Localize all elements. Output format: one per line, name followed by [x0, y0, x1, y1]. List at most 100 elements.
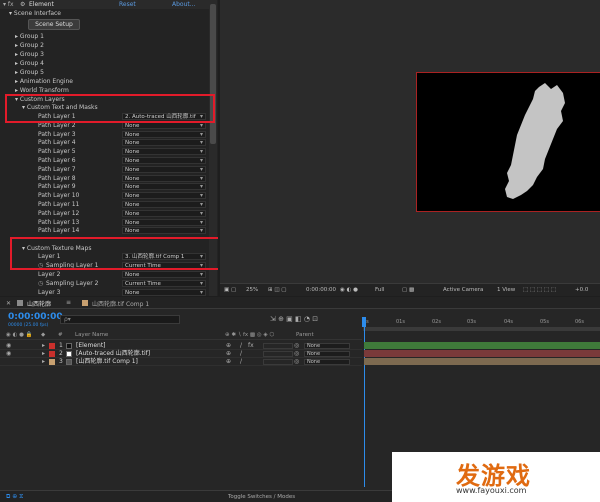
layer-row[interactable]: ◉ ▸ 1 [Element] ⊕ / fx ◎ None [0, 342, 362, 350]
zoom-dropdown[interactable]: 25% [246, 287, 258, 293]
toggle-switches-modes[interactable]: Toggle Switches / Modes [228, 494, 295, 500]
exposure-value[interactable]: +0.0 [575, 287, 588, 293]
scene-interface-group[interactable]: ▾ Scene Interface [0, 9, 210, 18]
group-1-row[interactable]: ▸ Group 1 [0, 32, 210, 41]
path-layer-dropdown[interactable]: None [122, 130, 206, 138]
close-tab-icon[interactable]: ✕ [6, 300, 11, 307]
group-4-row[interactable]: ▸ Group 4 [0, 59, 210, 68]
view-icons[interactable]: ⬚ ⬚ ⬚ ⬚ ⬚ [523, 287, 556, 293]
path-layer-row: Path Layer 12 None [0, 209, 210, 218]
path-layer-dropdown[interactable]: None [122, 148, 206, 156]
effects-scrollbar-thumb[interactable] [210, 4, 216, 144]
path-layer-dropdown[interactable]: None [122, 139, 206, 147]
group-2-label: Group 2 [19, 42, 44, 49]
layer-color-label[interactable] [49, 351, 55, 357]
quality-switch-icon[interactable]: / [240, 350, 242, 358]
path-layer-row: Path Layer 10 None [0, 191, 210, 200]
path-layer-row: Path Layer 5 None [0, 147, 210, 156]
shy-switch-icon[interactable]: ⊕ [226, 350, 231, 358]
work-area-bar[interactable] [363, 327, 600, 331]
path-layer-dropdown[interactable]: None [122, 165, 206, 173]
texture-layer-dropdown[interactable]: Current Time [122, 280, 206, 287]
path-layer-dropdown[interactable]: None [122, 227, 206, 235]
expand-arrow-icon[interactable]: ▸ [42, 342, 45, 350]
path-layer-dropdown[interactable]: None [122, 192, 206, 200]
quality-switch-icon[interactable]: / [240, 342, 242, 350]
layer-type-icon [66, 359, 72, 365]
stopwatch-icon[interactable]: ◷ [38, 279, 43, 288]
tab-other-comp[interactable]: 山西轮廓.tif Comp 1 [92, 299, 149, 308]
shy-switch-icon[interactable]: ⊕ [226, 342, 231, 350]
pickwhip-icon[interactable]: ◎ [294, 350, 299, 358]
layer-row[interactable]: ◉ ▸ 2 [Auto-traced 山西轮廓.tif] ⊕ / ◎ None [0, 350, 362, 358]
texture-layer-dropdown[interactable]: None [122, 289, 206, 296]
layer-row[interactable]: ▸ 3 [山西轮廓.tif Comp 1] ⊕ / ◎ None [0, 358, 362, 366]
layer-type-icon [66, 343, 72, 349]
tab-active-comp[interactable]: 山西轮廓 [27, 299, 51, 308]
layer-name-header[interactable]: Layer Name [75, 332, 108, 338]
parent-dropdown[interactable]: None [304, 343, 350, 349]
time-ruler[interactable]: 0s 01s 02s 03s 04s 05s 06s [363, 317, 600, 326]
path-layer-dropdown[interactable]: None [122, 157, 206, 164]
group-2-row[interactable]: ▸ Group 2 [0, 41, 210, 50]
switch-boxes[interactable] [263, 351, 293, 357]
animation-engine-row[interactable]: ▸ Animation Engine [0, 77, 210, 86]
view-layout-dropdown[interactable]: 1 View [497, 287, 515, 293]
path-layer-dropdown[interactable]: None [122, 209, 206, 217]
switch-boxes[interactable] [263, 359, 293, 365]
layer-color-label[interactable] [49, 359, 55, 365]
ruler-tick: 06s [575, 319, 584, 325]
composition-viewer[interactable] [220, 0, 600, 296]
layer-search-input[interactable]: ρ▾ [60, 315, 180, 324]
playhead-handle[interactable] [362, 317, 366, 327]
camera-dropdown[interactable]: Active Camera [443, 287, 483, 293]
camera-snapshot-icon[interactable]: ◉ ◐ ● [340, 287, 358, 293]
parent-dropdown[interactable]: None [304, 351, 350, 357]
visibility-eye-icon[interactable]: ◉ [6, 342, 11, 350]
parent-dropdown[interactable]: None [304, 359, 350, 365]
highlight-box-texture-layer [10, 237, 218, 270]
texture-layer-label: Layer 3 [38, 289, 61, 296]
current-time-display[interactable]: 0:00:00:00 [8, 312, 63, 322]
path-layer-dropdown[interactable]: None [122, 201, 206, 208]
about-link[interactable]: About... [172, 0, 195, 9]
switch-boxes[interactable] [263, 343, 293, 349]
path-layer-row: Path Layer 8 None [0, 174, 210, 183]
scene-setup-button[interactable]: Scene Setup [28, 19, 80, 30]
fx-switch-icon[interactable]: fx [248, 342, 254, 350]
tab-menu-icon[interactable]: ≡ [66, 299, 71, 306]
grid-icon[interactable]: ⊞ ◫ ▢ [268, 287, 287, 293]
resolution-dropdown[interactable]: Full [375, 287, 384, 293]
region-icon[interactable]: ▢ ▩ [402, 287, 414, 293]
footer-icons[interactable]: ⧉ ⊕ ⧖ [6, 493, 23, 501]
layer-track-autotraced[interactable] [364, 350, 600, 357]
group-3-row[interactable]: ▸ Group 3 [0, 50, 210, 59]
path-layer-dropdown[interactable]: None [122, 218, 206, 226]
viewer-toolbar: ▣ ▢ 25% ⊞ ◫ ▢ 0:00:00:00 ◉ ◐ ● Full ▢ ▩ … [220, 283, 600, 296]
world-transform-label: World Transform [19, 87, 69, 94]
path-layer-dropdown[interactable]: None [122, 183, 206, 191]
layer-track-element[interactable] [364, 342, 600, 349]
pickwhip-icon[interactable]: ◎ [294, 342, 299, 350]
quality-switch-icon[interactable]: / [240, 358, 242, 366]
path-layer-label: Path Layer 6 [38, 157, 76, 164]
reset-link[interactable]: Reset [119, 0, 136, 9]
pickwhip-icon[interactable]: ◎ [294, 358, 299, 366]
layer-color-label[interactable] [49, 343, 55, 349]
parent-header: Parent [296, 332, 314, 338]
layer-name[interactable]: [山西轮廓.tif Comp 1] [76, 358, 138, 366]
viewer-options-icon[interactable]: ▣ ▢ [224, 287, 236, 293]
layer-name[interactable]: [Element] [76, 342, 106, 350]
texture-layer-dropdown[interactable]: None [122, 271, 206, 278]
expand-arrow-icon[interactable]: ▸ [42, 358, 45, 366]
layer-track-comp[interactable] [364, 358, 600, 365]
expand-arrow-icon[interactable]: ▸ [42, 350, 45, 358]
path-layer-dropdown[interactable]: None [122, 174, 206, 182]
viewer-timecode[interactable]: 0:00:00:00 [306, 287, 336, 293]
layer-name[interactable]: [Auto-traced 山西轮廓.tif] [76, 350, 150, 358]
shy-switch-icon[interactable]: ⊕ [226, 358, 231, 366]
timeline-tool-icons[interactable]: ⇲ ⊕ ▣ ◧ ◔ ⊡ [270, 315, 318, 323]
visibility-eye-icon[interactable]: ◉ [6, 350, 11, 358]
effect-toggle-icon[interactable]: ▾ fx [3, 0, 14, 9]
group-5-row[interactable]: ▸ Group 5 [0, 68, 210, 77]
